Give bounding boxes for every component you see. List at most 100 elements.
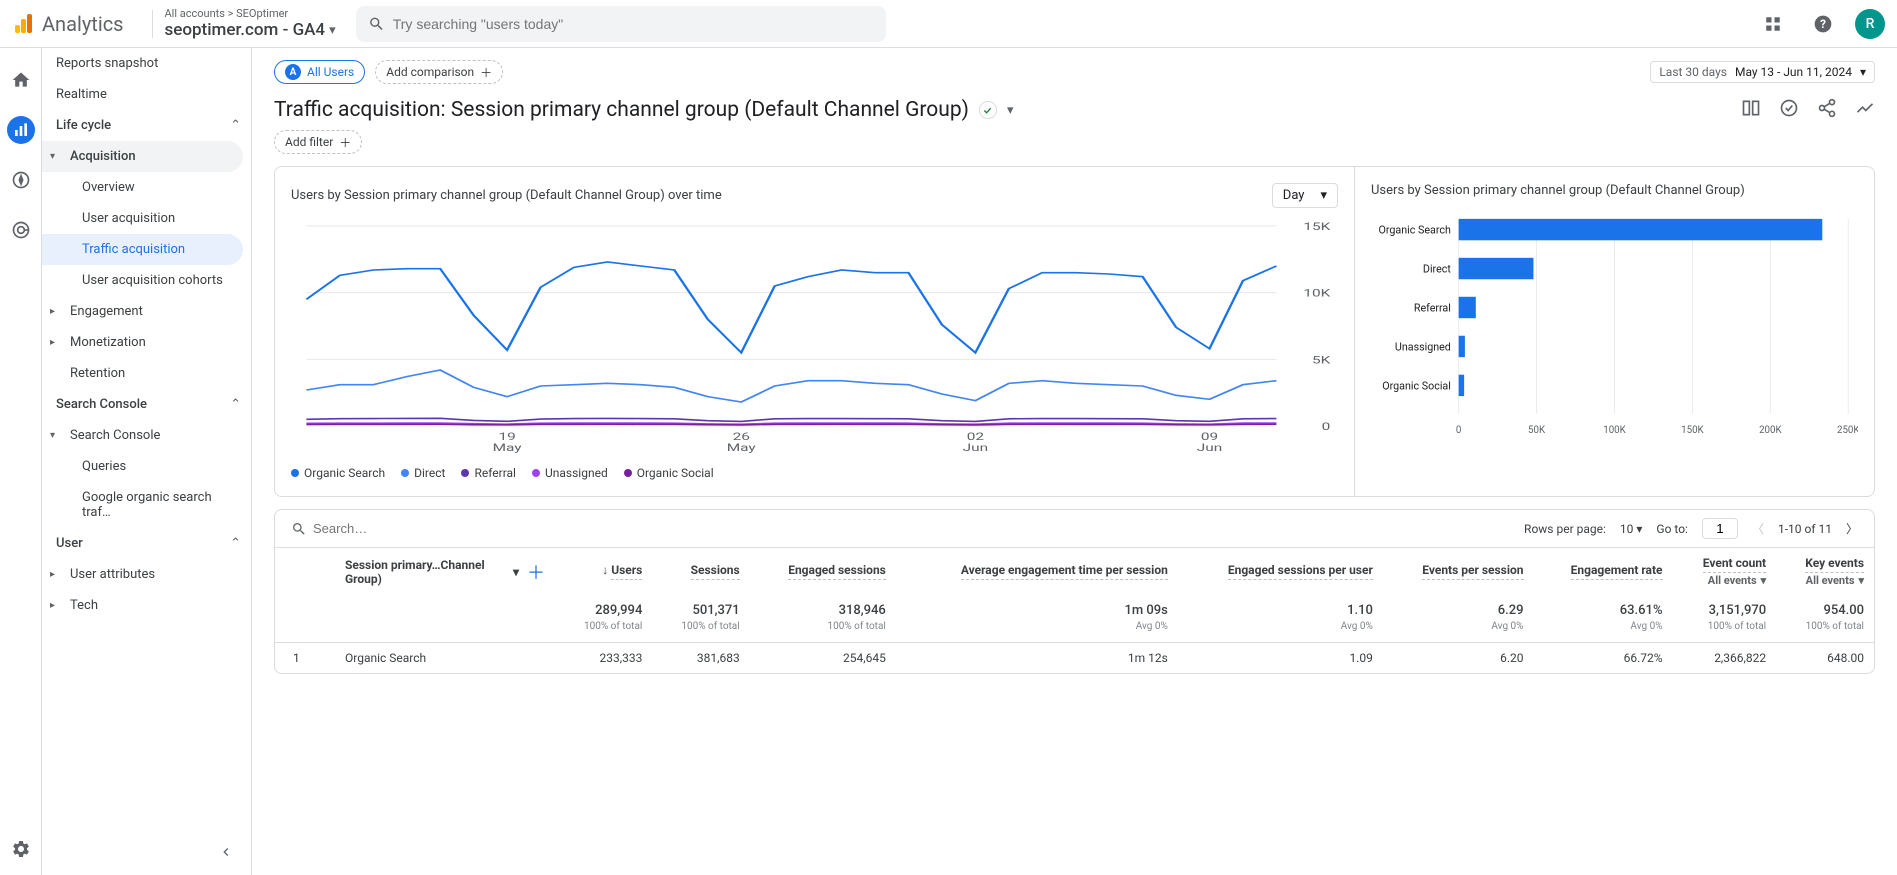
key-events-filter[interactable]: All events ▾ [1806, 574, 1864, 587]
legend-item[interactable]: Referral [461, 466, 516, 480]
nav-user-attributes[interactable]: ▸User attributes [42, 559, 251, 590]
svg-text:May: May [727, 443, 756, 455]
svg-text:26: 26 [733, 432, 750, 444]
table-row[interactable]: 1 Organic Search 233,333 381,683 254,645… [275, 643, 1874, 674]
nav-reports-snapshot[interactable]: Reports snapshot [42, 48, 251, 79]
col-users[interactable]: ↓ Users [555, 548, 652, 595]
table-search[interactable] [291, 521, 1524, 537]
property-name: seoptimer.com - GA4 [165, 20, 326, 40]
chevron-up-icon: ⌃ [230, 536, 241, 551]
caret-down-icon: ▾ [50, 430, 55, 441]
collapse-sidebar-button[interactable] [211, 837, 241, 867]
page-range: 1-10 of 11 [1778, 522, 1832, 536]
svg-text:?: ? [1820, 17, 1826, 31]
nav-engagement[interactable]: ▸Engagement [42, 296, 251, 327]
svg-text:Jun: Jun [963, 443, 988, 455]
col-engaged-per-user[interactable]: Engaged sessions per user [1178, 548, 1383, 595]
header-right: ? R [1755, 6, 1885, 42]
bar-chart-title: Users by Session primary channel group (… [1371, 183, 1745, 198]
rows-per-page-select[interactable]: 10 ▾ [1620, 522, 1643, 536]
svg-text:50K: 50K [1528, 425, 1546, 436]
add-dimension-button[interactable]: ＋ [527, 559, 545, 585]
explore-icon[interactable] [7, 166, 35, 194]
nav-realtime[interactable]: Realtime [42, 79, 251, 110]
dimension-column-header[interactable]: Session primary…Channel Group) ▾ ＋ [335, 548, 555, 595]
col-events-per-session[interactable]: Events per session [1383, 548, 1534, 595]
table-pager: Rows per page: 10 ▾ Go to: 〈 1-10 of 11 … [1524, 518, 1858, 539]
chip-add-comparison[interactable]: Add comparison＋ [375, 60, 503, 84]
page-next[interactable]: 〉 [1846, 520, 1858, 537]
logo-text: Analytics [42, 12, 124, 36]
apps-icon[interactable] [1755, 6, 1791, 42]
nav-user-acquisition[interactable]: User acquisition [42, 203, 251, 234]
charts-card: Users by Session primary channel group (… [274, 166, 1875, 497]
page-prev[interactable]: 〈 [1752, 520, 1764, 537]
property-picker[interactable]: All accounts > SEOptimer seoptimer.com -… [165, 7, 336, 40]
trend-icon[interactable] [1855, 98, 1875, 122]
svg-text:15K: 15K [1303, 222, 1331, 234]
nav-acquisition[interactable]: ▾Acquisition [42, 141, 243, 172]
nav-user-acq-cohorts[interactable]: User acquisition cohorts [42, 265, 251, 296]
legend-item[interactable]: Unassigned [532, 466, 608, 480]
nav-google-organic-search[interactable]: Google organic search traf… [42, 482, 251, 528]
divider [152, 10, 153, 38]
home-icon[interactable] [7, 66, 35, 94]
line-chart-title: Users by Session primary channel group (… [291, 188, 722, 203]
nav-monetization[interactable]: ▸Monetization [42, 327, 251, 358]
rows-per-page-label: Rows per page: [1524, 522, 1606, 536]
col-sessions[interactable]: Sessions [652, 548, 749, 595]
reports-icon[interactable] [7, 116, 35, 144]
search-icon [291, 521, 307, 537]
legend-item[interactable]: Direct [401, 466, 445, 480]
nav-life-cycle[interactable]: Life cycle⌃ [42, 110, 251, 141]
col-event-count[interactable]: Event countAll events ▾ [1673, 548, 1777, 595]
svg-text:5K: 5K [1312, 355, 1331, 367]
help-icon[interactable]: ? [1805, 6, 1841, 42]
nav-search-console-sub[interactable]: ▾Search Console [42, 420, 251, 451]
sort-arrow-down-icon: ↓ [602, 563, 608, 577]
insights-icon[interactable] [1779, 98, 1799, 122]
chip-all-users[interactable]: AAll Users [274, 60, 365, 84]
nav-search-console[interactable]: Search Console⌃ [42, 389, 251, 420]
col-engaged-sessions[interactable]: Engaged sessions [750, 548, 896, 595]
col-key-events[interactable]: Key eventsAll events ▾ [1776, 548, 1874, 595]
nav-queries[interactable]: Queries [42, 451, 251, 482]
totals-row: 289,994100% of total 501,371100% of tota… [275, 595, 1874, 643]
granularity-select[interactable]: Day▾ [1272, 183, 1338, 208]
svg-text:May: May [493, 443, 522, 455]
status-check-icon[interactable] [979, 101, 997, 119]
advertising-icon[interactable] [7, 216, 35, 244]
chip-add-filter[interactable]: Add filter ＋ [274, 130, 362, 154]
svg-text:Referral: Referral [1414, 301, 1451, 314]
nav-retention[interactable]: Retention [42, 358, 251, 389]
svg-text:02: 02 [967, 432, 984, 444]
goto-input[interactable] [1702, 518, 1738, 539]
search-input[interactable] [393, 16, 874, 32]
admin-gear-icon[interactable] [7, 835, 35, 863]
share-icon[interactable] [1817, 98, 1837, 122]
nav-overview[interactable]: Overview [42, 172, 251, 203]
nav-traffic-acquisition[interactable]: Traffic acquisition [42, 234, 243, 265]
svg-text:0: 0 [1322, 422, 1331, 434]
search-box[interactable] [356, 6, 886, 42]
legend-item[interactable]: Organic Social [624, 466, 714, 480]
col-engagement-rate[interactable]: Engagement rate [1534, 548, 1673, 595]
dropdown-arrow-icon: ▾ [1320, 188, 1327, 203]
table-search-input[interactable] [313, 521, 489, 536]
legend-item[interactable]: Organic Search [291, 466, 385, 480]
svg-text:150K: 150K [1681, 425, 1704, 436]
dropdown-arrow-icon: ▾ [329, 23, 336, 38]
svg-text:250K: 250K [1837, 425, 1858, 436]
date-range-picker[interactable]: Last 30 days May 13 - Jun 11, 2024 ▾ [1650, 61, 1875, 83]
event-count-filter[interactable]: All events ▾ [1708, 574, 1766, 587]
dropdown-arrow-icon[interactable]: ▾ [1007, 103, 1014, 118]
date-range-value: May 13 - Jun 11, 2024 [1735, 65, 1852, 79]
nav-user[interactable]: User⌃ [42, 528, 251, 559]
nav-tech[interactable]: ▸Tech [42, 590, 251, 621]
compare-icon[interactable] [1741, 98, 1761, 122]
sidebar: Reports snapshot Realtime Life cycle⌃ ▾A… [42, 48, 252, 875]
avatar[interactable]: R [1855, 9, 1885, 39]
plus-icon: ＋ [480, 64, 492, 81]
col-avg-engagement[interactable]: Average engagement time per session [896, 548, 1178, 595]
line-chart-legend: Organic Search Direct Referral Unassigned Or… [291, 466, 1338, 480]
